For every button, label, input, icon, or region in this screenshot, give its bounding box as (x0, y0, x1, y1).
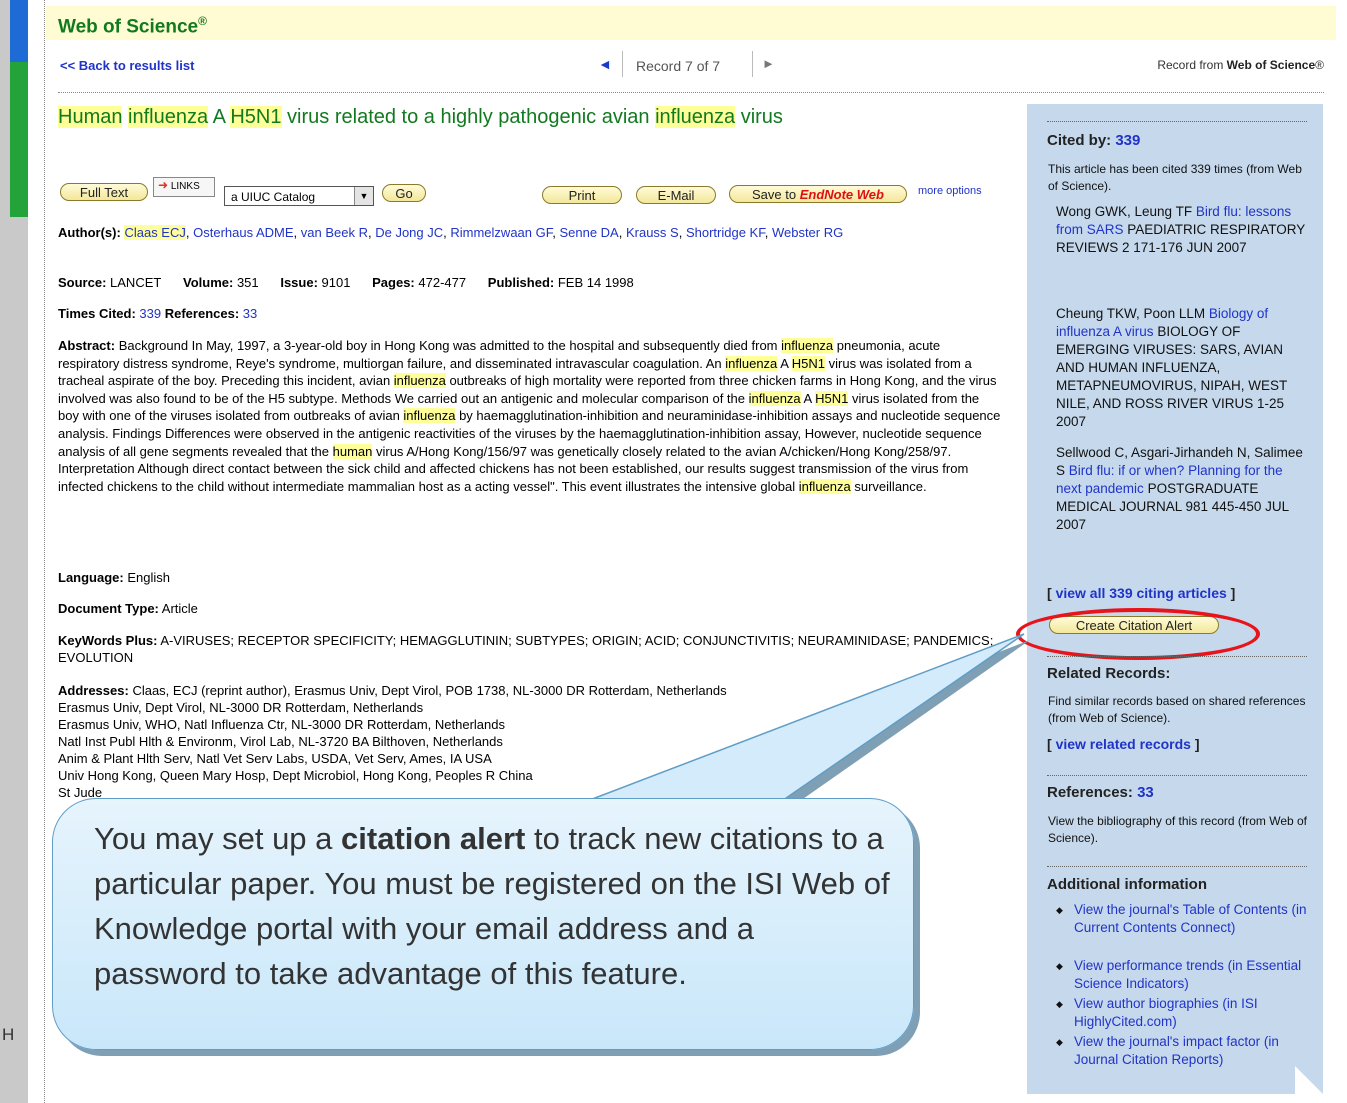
callout-text: You may set up a citation alert to track… (94, 816, 894, 996)
callout-emphasis: citation alert (341, 821, 526, 856)
callout-text-part: You may set up a (94, 821, 342, 856)
